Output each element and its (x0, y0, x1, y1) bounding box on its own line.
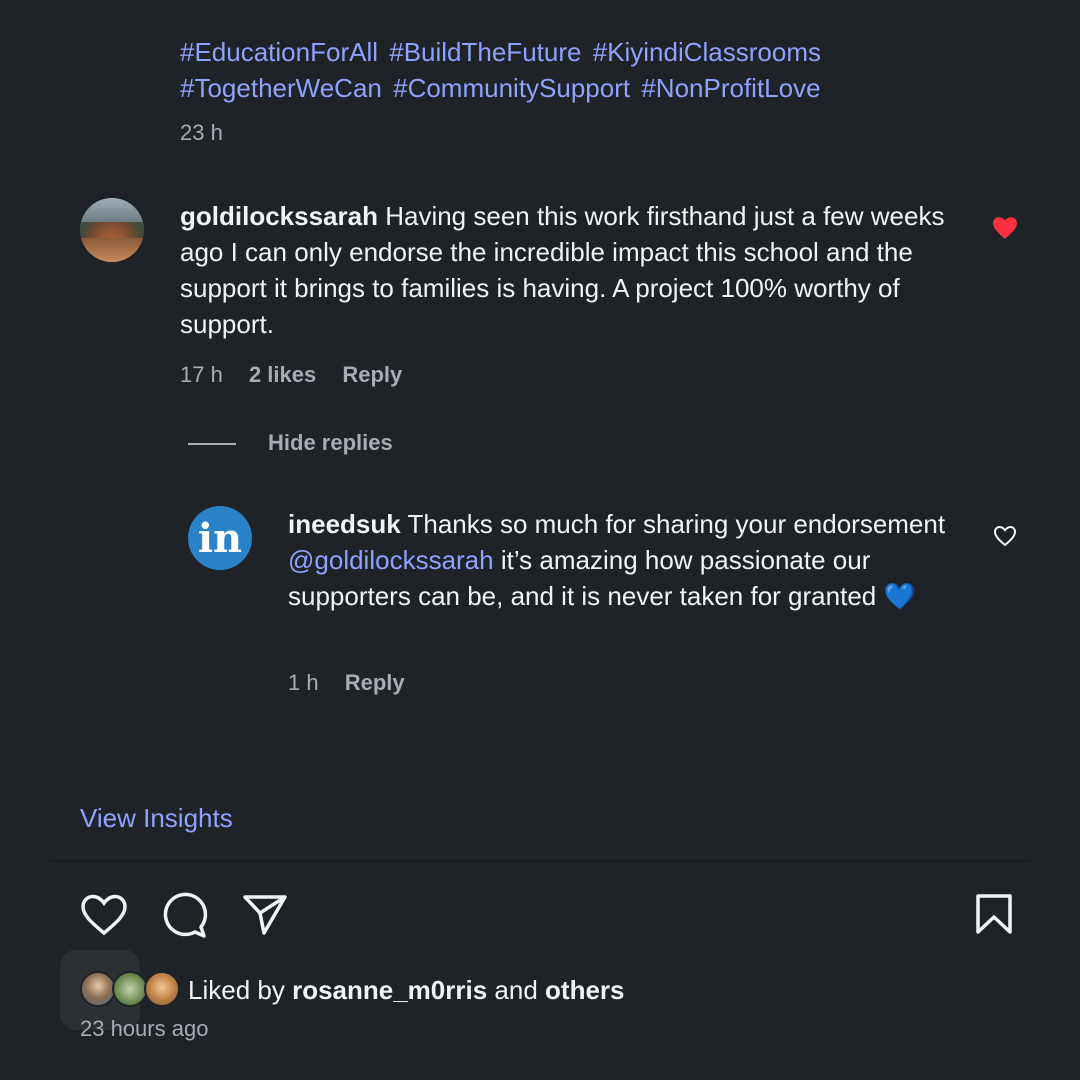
comment-icon[interactable] (160, 891, 208, 939)
liker-avatar[interactable] (112, 971, 148, 1007)
reply-mention[interactable]: @goldilockssarah (288, 545, 494, 575)
post-timestamp: 23 hours ago (80, 1016, 209, 1041)
comment-body: goldilockssarah Having seen this work fi… (180, 198, 960, 342)
comment-time: 17 h (180, 362, 223, 387)
hashtag-link[interactable]: #CommunitySupport (393, 73, 630, 103)
comment-meta: 17 h 2 likes Reply (180, 362, 402, 388)
post-time: 23 h (180, 120, 223, 145)
liked-by-summary: Liked by rosanne_m0rris and others (188, 975, 625, 1006)
liker-avatar[interactable] (80, 971, 116, 1007)
reply-meta: 1 h Reply (288, 670, 405, 696)
post-hashtags: #EducationForAll #BuildTheFuture #Kiyind… (180, 34, 980, 106)
hashtag-link[interactable]: #KiyindiClassrooms (593, 37, 821, 67)
liked-by-others[interactable]: others (545, 975, 624, 1005)
liked-heart-icon[interactable] (992, 216, 1018, 240)
liked-by-prefix: Liked by (188, 975, 285, 1005)
reply-username[interactable]: ineedsuk (288, 509, 401, 539)
liked-by-user[interactable]: rosanne_m0rris (292, 975, 487, 1005)
reply-button[interactable]: Reply (342, 362, 402, 387)
avatar-ineedsuk[interactable]: in (188, 506, 252, 570)
reply-text-start: Thanks so much for sharing your endorsem… (407, 509, 946, 539)
reply-time: 1 h (288, 670, 319, 695)
avatar-logo: in (197, 514, 243, 562)
hide-replies-button[interactable]: Hide replies (268, 430, 393, 456)
hashtag-link[interactable]: #EducationForAll (180, 37, 378, 67)
replies-divider (188, 443, 236, 445)
bookmark-icon[interactable] (975, 893, 1013, 935)
comment-likes[interactable]: 2 likes (249, 362, 316, 387)
hashtag-link[interactable]: #NonProfitLove (641, 73, 820, 103)
hashtag-link[interactable]: #BuildTheFuture (389, 37, 581, 67)
heart-icon[interactable] (80, 893, 128, 937)
blue-heart-emoji: 💙 (883, 581, 916, 611)
liked-by-middle: and (494, 975, 538, 1005)
divider (50, 860, 1030, 862)
view-insights-link[interactable]: View Insights (80, 803, 233, 834)
avatar-goldilockssarah[interactable] (80, 198, 144, 262)
share-icon[interactable] (242, 893, 288, 937)
reply-reply-button[interactable]: Reply (345, 670, 405, 695)
heart-outline-icon[interactable] (993, 525, 1017, 547)
reply-body: ineedsuk Thanks so much for sharing your… (288, 506, 948, 614)
hashtag-link[interactable]: #TogetherWeCan (180, 73, 382, 103)
comment-username[interactable]: goldilockssarah (180, 201, 378, 231)
liker-avatar[interactable] (144, 971, 180, 1007)
